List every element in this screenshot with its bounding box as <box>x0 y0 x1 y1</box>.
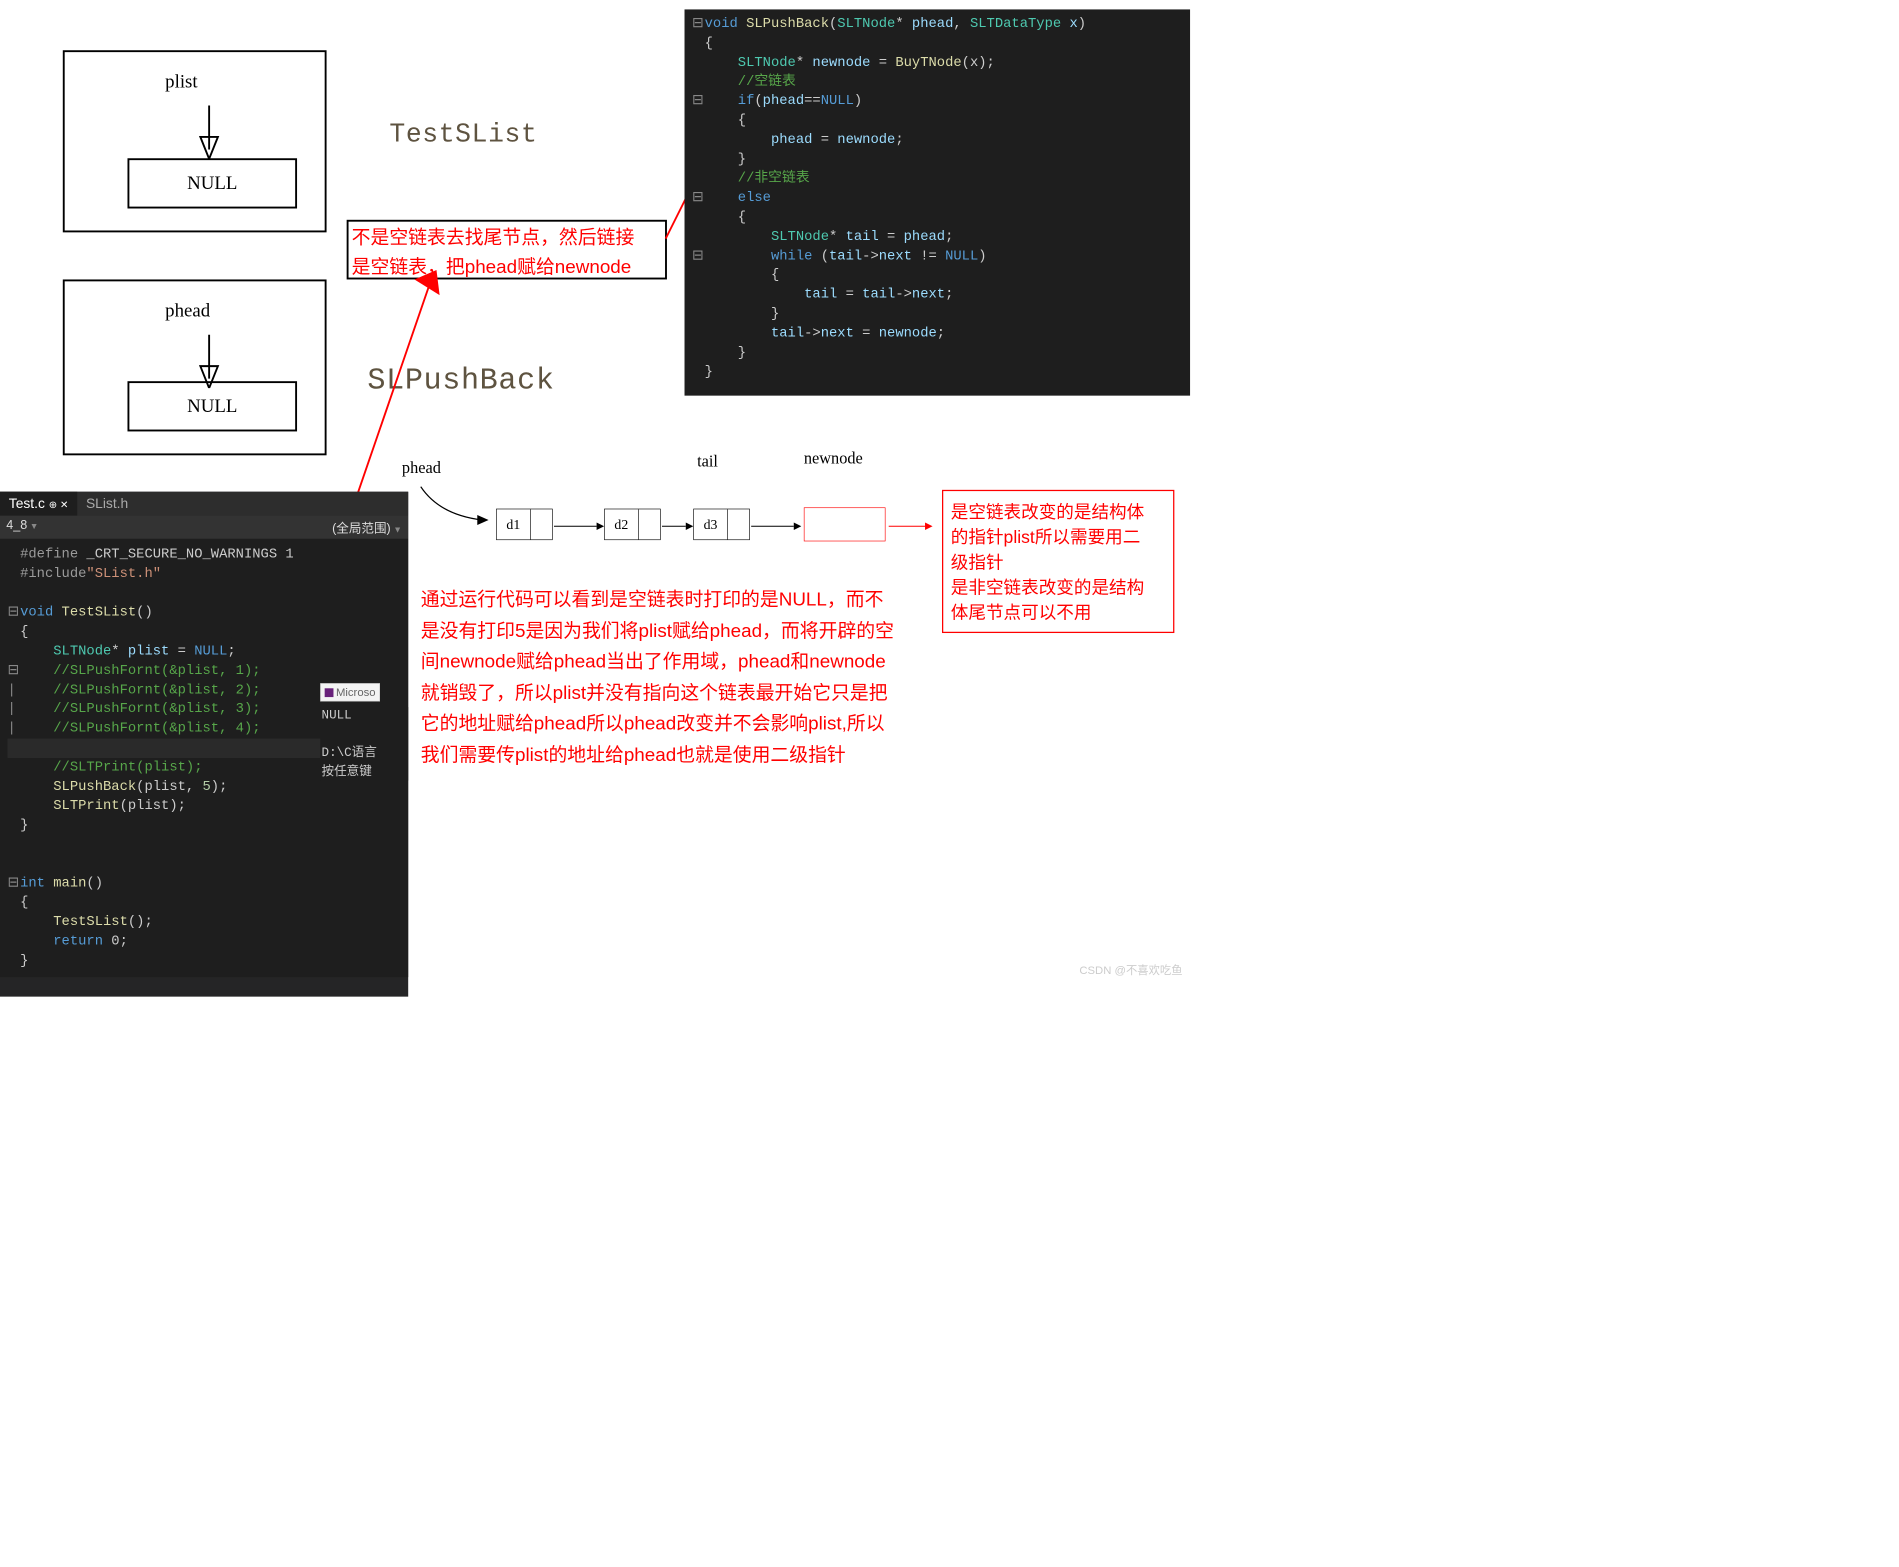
code-line: ⊟void TestSList() <box>8 603 401 622</box>
arrow-down-icon <box>197 332 222 389</box>
badge-text: Microso <box>336 686 376 699</box>
code-line: { <box>692 111 1182 130</box>
code-line: SLTPrint(plist); <box>8 797 401 816</box>
code-line: ⊟ while (tail->next != NULL) <box>692 247 1182 266</box>
tab-bar: Test.c ⊕ ✕ SList.h <box>0 492 408 516</box>
title-slpushback: SLPushBack <box>367 364 554 398</box>
code-line: TestSList(); <box>8 913 401 932</box>
arrow-right-icon <box>554 520 604 533</box>
code-line: SLTNode* tail = phead; <box>692 227 1182 246</box>
phead-pointer-label: phead <box>165 300 210 321</box>
phead-null-box: NULL <box>127 381 297 431</box>
arrow-right-icon <box>662 520 693 533</box>
annotation-line1: 不是空链表去找尾节点，然后链接 <box>352 222 635 250</box>
code-line: } <box>692 343 1182 362</box>
code-line <box>8 855 401 874</box>
code-line <box>8 835 401 854</box>
ll-node-d2: d2 <box>604 509 661 540</box>
title-testslist: TestSList <box>389 119 537 149</box>
plist-pointer-label: plist <box>165 71 197 92</box>
code-line: { <box>8 893 401 912</box>
console-line: NULL <box>322 708 407 722</box>
annotation-side-box: 是空链表改变的是结构体 的指针plist所以需要用二 级指针 是非空链表改变的是… <box>942 490 1174 633</box>
tab-testc[interactable]: Test.c ⊕ ✕ <box>0 492 77 516</box>
side-box-line: 体尾节点可以不用 <box>951 599 1166 624</box>
code-line: } <box>692 150 1182 169</box>
vs-icon <box>325 688 334 697</box>
code-line: { <box>692 208 1182 227</box>
code-line: ⊟ else <box>692 189 1182 208</box>
code-line <box>8 584 401 603</box>
side-box-line: 的指针plist所以需要用二 <box>951 524 1166 549</box>
ll-node-newnode <box>804 507 886 541</box>
code-line: { <box>692 34 1182 53</box>
annotation-line2: 是空链表，把phead赋给newnode <box>352 251 632 279</box>
code-line: return 0; <box>8 932 401 951</box>
side-box-line: 级指针 <box>951 549 1166 574</box>
side-box-line: 是空链表改变的是结构体 <box>951 499 1166 524</box>
scope-bar[interactable]: 4_8▼ (全局范围)▼ <box>0 516 408 539</box>
microsoft-badge: Microso <box>320 683 380 701</box>
arrow-right-red-icon <box>889 520 933 533</box>
ll-label-phead: phead <box>402 458 441 477</box>
arrow-right-icon <box>751 520 801 533</box>
diagram-plist-box: plist NULL <box>63 50 327 232</box>
code-line: #include"SList.h" <box>8 564 401 583</box>
tab-slisth[interactable]: SList.h <box>77 492 137 516</box>
code-line: } <box>8 951 401 970</box>
ll-node-d3: d3 <box>693 509 750 540</box>
console-line: D:\C语言 <box>322 742 407 761</box>
code-line: SLTNode* newnode = BuyTNode(x); <box>692 53 1182 72</box>
arrow-curve-icon <box>414 484 496 528</box>
ll-label-tail: tail <box>697 452 718 471</box>
code-line: ⊟int main() <box>8 874 401 893</box>
code-line: SLTNode* plist = NULL; <box>8 642 401 661</box>
code-line: { <box>692 266 1182 285</box>
code-line: #define _CRT_SECURE_NO_WARNINGS 1 <box>8 545 401 564</box>
ll-node-d1: d1 <box>496 509 553 540</box>
code-line: phead = newnode; <box>692 130 1182 149</box>
code-line: //空链表 <box>692 72 1182 91</box>
arrow-down-icon <box>197 102 222 159</box>
code-line: ⊟void SLPushBack(SLTNode* phead, SLTData… <box>692 14 1182 33</box>
code-line: //非空链表 <box>692 169 1182 188</box>
code-line: } <box>692 363 1182 382</box>
code-line: } <box>8 816 401 835</box>
code-editor-slpushback[interactable]: ⊟void SLPushBack(SLTNode* phead, SLTData… <box>685 9 1191 395</box>
ll-label-newnode: newnode <box>804 449 863 468</box>
side-box-line: 是非空链表改变的是结构 <box>951 574 1166 599</box>
code-line: } <box>692 305 1182 324</box>
code-line: tail = tail->next; <box>692 285 1182 304</box>
watermark: CSDN @不喜欢吃鱼 <box>1079 961 1182 977</box>
code-line: tail->next = newnode; <box>692 324 1182 343</box>
code-line: ⊟ //SLPushFornt(&plist, 1); <box>8 661 401 680</box>
console-line: 按任意键 <box>322 761 407 780</box>
code-line: { <box>8 622 401 641</box>
code-line: ⊟ if(phead==NULL) <box>692 92 1182 111</box>
console-output: NULL D:\C语言 按任意键 <box>320 707 408 780</box>
annotation-paragraph: 通过运行代码可以看到是空链表时打印的是NULL，而不是没有打印5是因为我们将pl… <box>421 584 898 771</box>
diagram-phead-box: phead NULL <box>63 279 327 455</box>
plist-null-box: NULL <box>127 158 297 208</box>
